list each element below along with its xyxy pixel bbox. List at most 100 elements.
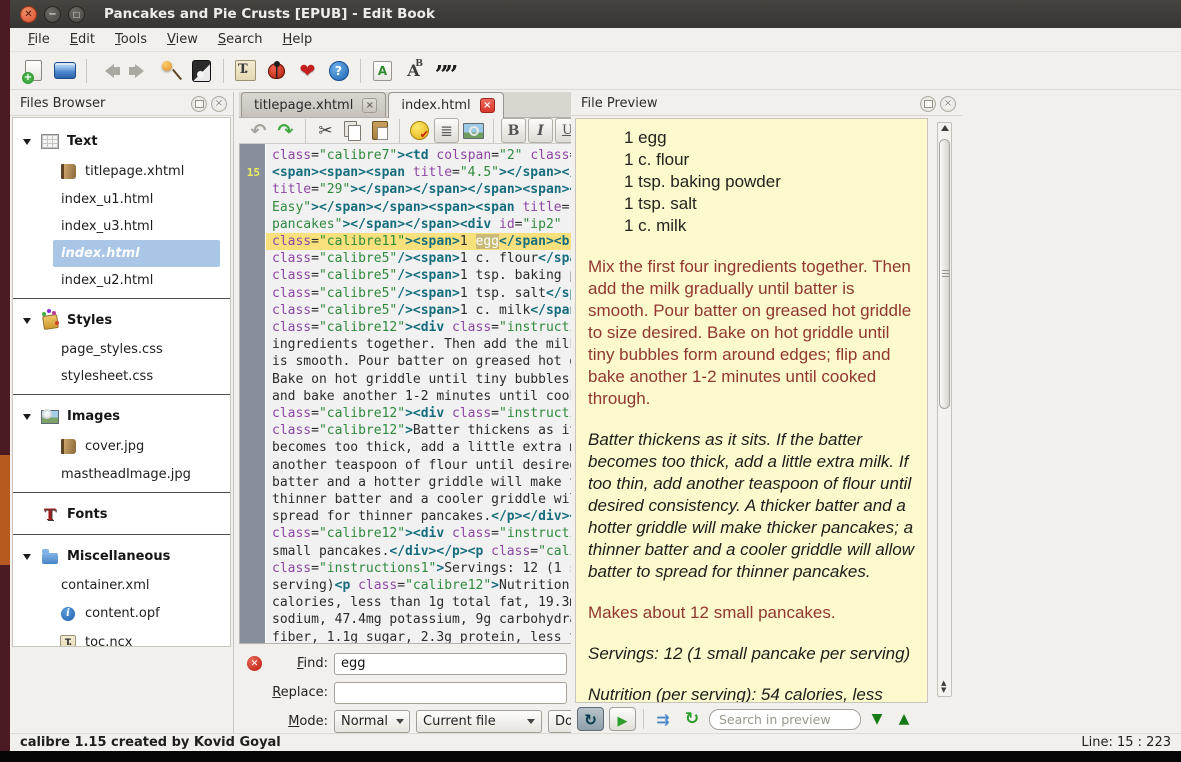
reload-icon[interactable] — [680, 707, 704, 731]
file-index.html[interactable]: index.html — [53, 240, 220, 267]
file-titlepage.xhtml[interactable]: titlepage.xhtml — [13, 157, 230, 186]
insert-font-icon[interactable] — [232, 57, 259, 84]
paste-icon[interactable] — [367, 118, 392, 143]
edit-book-icon[interactable] — [188, 57, 215, 84]
version-text: calibre 1.15 created by Kovid Goyal — [20, 735, 281, 750]
scroll-up-icon[interactable] — [941, 125, 949, 131]
file-preview-header: File Preview × — [571, 92, 962, 116]
insert-image-icon[interactable] — [461, 118, 486, 143]
section-styles[interactable]: Styles — [13, 305, 230, 336]
menu-tools[interactable]: Tools — [105, 29, 157, 50]
donate-icon[interactable] — [294, 57, 321, 84]
file-name: toc.ncx — [85, 635, 132, 647]
tab-label: titlepage.xhtml — [254, 98, 353, 113]
section-label: Text — [67, 134, 98, 149]
pin-icon[interactable] — [157, 57, 184, 84]
file-page_styles.css[interactable]: page_styles.css — [13, 336, 230, 363]
preview-scrollbar[interactable]: ▲▼ — [937, 122, 952, 697]
scroll-step-icons[interactable]: ▲▼ — [941, 680, 946, 694]
format-text-icon[interactable] — [434, 118, 459, 143]
close-tab-icon[interactable] — [480, 98, 495, 113]
preview-document[interactable]: 1 egg1 c. flour1 tsp. baking powder1 tsp… — [575, 118, 928, 703]
auto-reload-icon — [584, 710, 597, 729]
check-book-icon[interactable] — [263, 57, 290, 84]
find-input[interactable] — [334, 653, 567, 675]
window-minimize-icon[interactable]: − — [44, 6, 61, 23]
menu-search[interactable]: Search — [208, 29, 273, 50]
file-tree: Text titlepage.xhtmlindex_u1.htmlindex_u3… — [12, 117, 231, 647]
search-previous-icon[interactable]: ▲ — [893, 711, 915, 727]
change-case-icon[interactable] — [400, 57, 427, 84]
save-book-icon[interactable] — [51, 57, 78, 84]
section-images[interactable]: Images — [13, 401, 230, 432]
tab-titlepage[interactable]: titlepage.xhtml — [241, 92, 386, 117]
line-number — [240, 439, 265, 456]
smarten-punctuation-icon[interactable] — [431, 57, 458, 84]
chevron-down-icon — [23, 554, 31, 560]
menu-bar: FileEditToolsViewSearchHelp — [10, 28, 1181, 52]
close-panel-icon[interactable]: × — [940, 96, 956, 112]
cut-icon[interactable] — [313, 118, 338, 143]
forward-icon[interactable] — [126, 57, 153, 84]
line-number: 15 — [240, 164, 265, 181]
play-icon — [618, 710, 628, 729]
section-divider — [13, 394, 230, 395]
toolbar-separator — [493, 119, 494, 143]
preview-search-input[interactable] — [709, 709, 861, 730]
auto-reload-toggle[interactable] — [577, 707, 604, 731]
menu-file[interactable]: File — [18, 29, 60, 50]
float-panel-icon[interactable] — [191, 96, 207, 112]
section-fonts[interactable]: Fonts — [13, 499, 230, 530]
bold-icon[interactable] — [501, 118, 526, 143]
tab-index-html[interactable]: index.html — [388, 92, 503, 118]
close-find-icon[interactable] — [247, 656, 262, 671]
file-container.xml[interactable]: container.xml — [13, 572, 230, 599]
window-maximize-icon[interactable]: □ — [68, 6, 85, 23]
toolbar-separator — [399, 119, 400, 143]
spellcheck-icon[interactable] — [369, 57, 396, 84]
replace-input[interactable] — [334, 682, 567, 704]
scrollbar-thumb[interactable] — [939, 139, 950, 409]
mode-select[interactable]: Normal — [334, 710, 410, 733]
preview-paragraph: Makes about 12 small pancakes. — [588, 602, 917, 624]
sync-to-editor-icon[interactable] — [651, 707, 675, 731]
section-miscellaneous[interactable]: Miscellaneous — [13, 541, 230, 572]
file-content.opf[interactable]: content.opf — [13, 599, 230, 628]
undo-icon[interactable] — [246, 118, 271, 143]
chevron-down-icon — [23, 318, 31, 324]
float-panel-icon[interactable] — [920, 96, 936, 112]
close-tab-icon[interactable] — [362, 98, 377, 113]
file-name: page_styles.css — [61, 342, 163, 357]
back-icon[interactable] — [95, 57, 122, 84]
line-number — [240, 147, 265, 164]
file-index_u3.html[interactable]: index_u3.html — [13, 213, 230, 240]
line-number — [240, 267, 265, 284]
close-panel-icon[interactable]: × — [211, 96, 227, 112]
folder-icon — [41, 548, 59, 565]
help-icon[interactable] — [325, 57, 352, 84]
file-index_u1.html[interactable]: index_u1.html — [13, 186, 230, 213]
italic-icon[interactable] — [528, 118, 553, 143]
file-toc.ncx[interactable]: toc.ncx — [13, 628, 230, 647]
line-number — [240, 577, 265, 594]
new-file-icon[interactable] — [20, 57, 47, 84]
menu-help[interactable]: Help — [273, 29, 323, 50]
file-cover.jpg[interactable]: cover.jpg — [13, 432, 230, 461]
replace-label: Replace: — [268, 685, 328, 700]
toolbar-separator — [305, 119, 306, 143]
search-next-icon[interactable]: ▼ — [866, 711, 888, 727]
menu-view[interactable]: View — [157, 29, 208, 50]
file-stylesheet.css[interactable]: stylesheet.css — [13, 363, 230, 390]
copy-icon[interactable] — [340, 118, 365, 143]
scope-select[interactable]: Current file — [416, 710, 542, 733]
file-index_u2.html[interactable]: index_u2.html — [13, 267, 230, 294]
refresh-preview-button[interactable] — [609, 707, 636, 731]
beautify-html-icon[interactable] — [407, 118, 432, 143]
window-close-icon[interactable]: ✕ — [20, 6, 37, 23]
file-mastheadImage.jpg[interactable]: mastheadImage.jpg — [13, 461, 230, 488]
file-preview-panel: File Preview × 1 egg1 c. flour1 tsp. bak… — [571, 92, 962, 733]
menu-edit[interactable]: Edit — [60, 29, 105, 50]
title-bar: ✕ − □ Pancakes and Pie Crusts [EPUB] - E… — [10, 0, 1181, 28]
section-text[interactable]: Text — [13, 126, 230, 157]
redo-icon[interactable] — [273, 118, 298, 143]
